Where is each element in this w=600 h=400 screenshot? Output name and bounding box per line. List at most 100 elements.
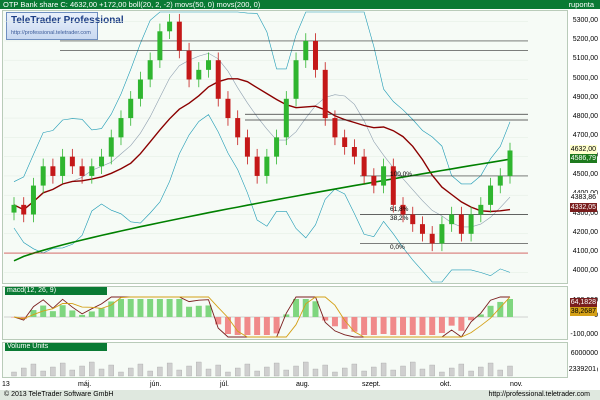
candle-body [439, 224, 445, 244]
macd-histogram-bar [156, 299, 163, 317]
volume-bar [21, 367, 27, 377]
footer-url[interactable]: http://professional.teletrader.com [488, 390, 590, 400]
candle-body [429, 233, 435, 244]
candle-body [137, 79, 143, 99]
macd-histogram-bar [176, 299, 183, 317]
macd-histogram-bar [361, 317, 368, 335]
macd-histogram-bar [244, 317, 251, 335]
price-tick-label: 5000,00 [572, 74, 598, 82]
price-tick-label: 4700,00 [572, 132, 598, 140]
x-axis-label: szept. [362, 381, 381, 388]
chart-svg [4, 11, 528, 377]
volume-bar [497, 369, 503, 377]
volume-bar [235, 367, 241, 377]
candle-body [478, 204, 484, 215]
macd-histogram-bar [419, 317, 426, 335]
volume-bar [118, 371, 124, 377]
candle-body [108, 137, 114, 157]
candle-body [79, 166, 85, 176]
candle-body [215, 60, 221, 99]
volume-bar [157, 366, 163, 377]
price-tick-label: 4900,00 [572, 93, 598, 101]
candle-body [157, 31, 163, 61]
x-axis-label: máj. [78, 381, 92, 388]
volume-bar [176, 369, 182, 377]
candle-body [11, 204, 17, 213]
candle-body [176, 21, 182, 51]
macd-histogram-bar [390, 317, 397, 335]
macd-histogram-bar [147, 299, 154, 317]
macd-histogram-bar [429, 317, 436, 335]
volume-bar [79, 365, 85, 377]
volume-bar [89, 361, 95, 377]
ma200-line [13, 158, 511, 262]
volume-bar [30, 363, 37, 377]
fib-level-label: 61,8% [390, 205, 409, 213]
volume-bar [361, 370, 367, 377]
price-tick-label: 4000,00 [572, 267, 598, 275]
volume-bar [98, 368, 105, 377]
macd-tag: 38,2687 [569, 307, 597, 316]
candle-body [235, 118, 241, 138]
macd-tag: 64,1828 [569, 298, 597, 307]
price-tag: 4332,05 [569, 203, 597, 213]
volume-bar [351, 363, 358, 377]
volume-bar [342, 367, 348, 377]
candle-body [30, 185, 36, 215]
volume-bar [458, 363, 465, 377]
x-axis-label: aug. [296, 381, 310, 388]
macd-histogram-bar [448, 317, 455, 326]
volume-bar [196, 361, 202, 377]
macd-histogram-bar [137, 299, 144, 317]
candle-body [361, 156, 367, 176]
candle-body [206, 60, 212, 70]
volume-bar [468, 370, 474, 377]
volume-bar [448, 367, 455, 377]
volume-bar [128, 367, 134, 377]
volume-bar [215, 364, 221, 377]
price-tick-label: 4100,00 [572, 248, 598, 256]
candle-body [50, 166, 56, 176]
volume-bar [69, 369, 76, 377]
volume-bar [478, 366, 484, 377]
price-tick-label: 4500,00 [572, 170, 598, 178]
volume-bar [303, 361, 309, 377]
candle-body [274, 137, 280, 157]
candle-body [303, 40, 309, 61]
volume-bar [186, 365, 192, 377]
macd-histogram-bar [195, 305, 202, 317]
macd-histogram-bar [438, 317, 445, 334]
macd-histogram-bar [263, 317, 270, 335]
macd-tick-label: -100,000 [570, 331, 598, 338]
candle-body [69, 156, 75, 167]
macd-histogram-bar [127, 299, 134, 317]
volume-bar [59, 362, 66, 377]
candle-body [128, 98, 134, 119]
x-axis-label: okt. [440, 381, 452, 388]
volume-tag: 2339201 [567, 365, 597, 374]
volume-bar [380, 362, 387, 377]
volume-bar [11, 371, 17, 377]
volume-bar [293, 365, 299, 377]
candle-body [244, 137, 250, 157]
macd-histogram-bar [331, 317, 338, 327]
macd-histogram-bar [409, 317, 416, 335]
candle-body [186, 50, 192, 80]
volume-bar [322, 364, 328, 377]
macd-histogram-bar [186, 306, 193, 317]
candle-body [40, 166, 46, 186]
candle-body [497, 175, 503, 186]
volume-bar [225, 371, 231, 377]
copyright: © 2013 TeleTrader Software GmbH [4, 391, 114, 398]
candle-body [283, 98, 289, 138]
candle-body [351, 147, 357, 157]
volume-bar [507, 365, 513, 377]
fib-level-label: 38,2% [390, 215, 409, 223]
candle-body [196, 69, 202, 80]
volume-bar [264, 366, 270, 377]
fib-level-label: 0,0% [390, 244, 405, 252]
macd-histogram-bar [98, 308, 105, 317]
volume-bar [439, 371, 445, 377]
macd-histogram-bar [293, 299, 300, 317]
price-tick-label: 5200,00 [572, 35, 598, 43]
